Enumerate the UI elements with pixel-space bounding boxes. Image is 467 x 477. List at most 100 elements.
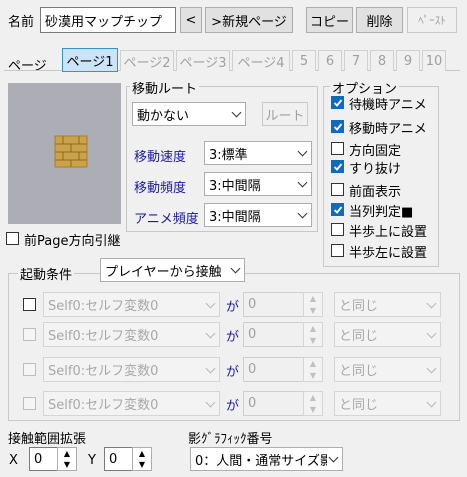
prev-page-direction-label: 前Page方向引継 <box>24 234 121 249</box>
move-speed-value: 3:標準 <box>209 147 248 163</box>
half-step-up-checkbox[interactable] <box>331 223 344 236</box>
condition-value-input[interactable]: 0 <box>243 357 303 382</box>
condition-checkbox[interactable] <box>23 328 36 341</box>
condition-checkbox[interactable] <box>23 298 36 311</box>
spin-up-icon[interactable]: ▲ <box>304 323 322 335</box>
contact-x-spinner[interactable]: ▲ ▼ <box>57 447 77 471</box>
contact-x-input[interactable]: 0 <box>29 447 57 471</box>
contact-x-label: X <box>9 453 18 468</box>
delete-button[interactable]: 削除 <box>356 7 403 33</box>
pass-through-checkbox[interactable] <box>331 160 344 173</box>
idle-anim-checkbox[interactable] <box>331 96 344 109</box>
anim-frequency-label: アニメ頻度 <box>134 212 199 227</box>
tab-page-6[interactable]: 6 <box>318 50 342 71</box>
spin-down-icon[interactable]: ▼ <box>133 459 151 470</box>
trigger-type-select[interactable]: プレイヤーから接触 <box>100 258 245 282</box>
tab-page-8[interactable]: 8 <box>370 50 394 71</box>
chevron-down-icon <box>297 146 308 157</box>
condition-compare-select[interactable]: と同じ <box>334 322 441 347</box>
spin-down-icon[interactable]: ▼ <box>304 370 322 382</box>
chevron-down-icon <box>205 363 216 373</box>
condition-ga-label: が <box>226 399 240 414</box>
condition-variable-select[interactable]: Self0:セルフ変数0 <box>43 357 220 382</box>
condition-value-input[interactable]: 0 <box>243 292 303 317</box>
spin-down-icon[interactable]: ▼ <box>304 305 322 317</box>
paste-button[interactable]: ﾍﾟｰｽﾄ <box>407 7 457 33</box>
spin-up-icon[interactable]: ▲ <box>58 448 76 459</box>
half-step-up-label: 半歩上に設置 <box>349 225 428 240</box>
condition-value-input[interactable]: 0 <box>243 391 303 416</box>
condition-compare-value: と同じ <box>339 398 379 413</box>
shadow-graphic-value: 0：人間・通常サイズ影 <box>195 453 327 469</box>
pass-through-label: すり抜け <box>349 162 402 177</box>
movement-group-label: 移動ルート <box>130 78 200 97</box>
condition-checkbox[interactable] <box>23 397 36 410</box>
tab-page-4[interactable]: ページ4 <box>232 50 290 71</box>
copy-button[interactable]: コピー <box>306 7 353 33</box>
spin-down-icon[interactable]: ▼ <box>304 335 322 347</box>
condition-variable-select[interactable]: Self0:セルフ変数0 <box>43 322 220 347</box>
condition-checkbox[interactable] <box>23 363 36 376</box>
chevron-down-icon <box>205 397 216 407</box>
brick-tile-icon <box>54 135 88 168</box>
checkmark-icon <box>333 98 342 107</box>
spin-down-icon[interactable]: ▼ <box>58 459 76 470</box>
tab-page-10[interactable]: 10 <box>422 50 446 71</box>
shadow-graphic-label: 影ｸﾞﾗﾌｨｯｸ番号 <box>188 432 273 447</box>
movement-type-select[interactable]: 動かない <box>132 102 246 126</box>
fix-direction-checkbox[interactable] <box>331 142 344 155</box>
checkmark-icon <box>333 162 342 171</box>
condition-compare-select[interactable]: と同じ <box>334 292 441 317</box>
condition-variable-select[interactable]: Self0:セルフ変数0 <box>43 391 220 416</box>
checkmark-icon <box>333 122 342 131</box>
tab-page-9[interactable]: 9 <box>396 50 420 71</box>
condition-compare-select[interactable]: と同じ <box>334 391 441 416</box>
contact-y-input[interactable]: 0 <box>104 447 132 471</box>
contact-y-spinner[interactable]: ▲ ▼ <box>132 447 152 471</box>
condition-variable-value: Self0:セルフ変数0 <box>48 299 159 314</box>
half-step-left-checkbox[interactable] <box>331 244 344 257</box>
move-anim-checkbox[interactable] <box>331 120 344 133</box>
tab-page-2[interactable]: ページ2 <box>120 50 174 71</box>
condition-ga-label: が <box>226 365 240 380</box>
prev-page-direction-checkbox[interactable] <box>6 232 19 245</box>
condition-value-spinner[interactable]: ▲ ▼ <box>303 391 323 416</box>
condition-ga-label: が <box>226 300 240 315</box>
half-step-left-label: 半歩左に設置 <box>349 246 428 261</box>
move-speed-label: 移動速度 <box>134 150 187 165</box>
page-label: ページ <box>8 59 47 74</box>
condition-value-input[interactable]: 0 <box>243 322 303 347</box>
movement-type-value: 動かない <box>137 108 190 124</box>
move-frequency-select[interactable]: 3:中間隔 <box>204 172 312 196</box>
name-input[interactable]: 砂漠用マップチップ <box>40 7 176 33</box>
trigger-type-value: プレイヤーから接触 <box>105 264 222 280</box>
tab-page-3[interactable]: ページ3 <box>176 50 230 71</box>
same-row-judge-checkbox[interactable] <box>331 203 344 216</box>
move-speed-select[interactable]: 3:標準 <box>204 141 312 165</box>
spin-up-icon[interactable]: ▲ <box>304 358 322 370</box>
shadow-graphic-select[interactable]: 0：人間・通常サイズ影 <box>190 447 343 471</box>
condition-value-spinner[interactable]: ▲ ▼ <box>303 357 323 382</box>
contact-y-label: Y <box>88 453 96 468</box>
spin-up-icon[interactable]: ▲ <box>304 293 322 305</box>
spin-down-icon[interactable]: ▼ <box>304 404 322 416</box>
condition-variable-select[interactable]: Self0:セルフ変数0 <box>43 292 220 317</box>
condition-value-spinner[interactable]: ▲ ▼ <box>303 322 323 347</box>
spin-up-icon[interactable]: ▲ <box>133 448 151 459</box>
graphic-preview[interactable] <box>8 83 121 224</box>
condition-compare-select[interactable]: と同じ <box>334 357 441 382</box>
route-button[interactable]: ルート <box>262 102 308 126</box>
front-display-checkbox[interactable] <box>331 183 344 196</box>
tab-page-5[interactable]: 5 <box>292 50 316 71</box>
spin-up-icon[interactable]: ▲ <box>304 392 322 404</box>
tab-page-7[interactable]: 7 <box>344 50 368 71</box>
condition-value-spinner[interactable]: ▲ ▼ <box>303 292 323 317</box>
anim-frequency-select[interactable]: 3:中間隔 <box>204 203 312 227</box>
new-page-button[interactable]: >新規ページ <box>205 7 293 33</box>
chevron-down-icon <box>231 107 242 118</box>
prev-page-button[interactable]: < <box>180 7 202 33</box>
idle-anim-label: 待機時アニメ <box>349 98 427 113</box>
chevron-down-icon <box>426 328 437 338</box>
tab-page-1[interactable]: ページ1 <box>62 48 118 72</box>
move-frequency-value: 3:中間隔 <box>209 178 261 194</box>
